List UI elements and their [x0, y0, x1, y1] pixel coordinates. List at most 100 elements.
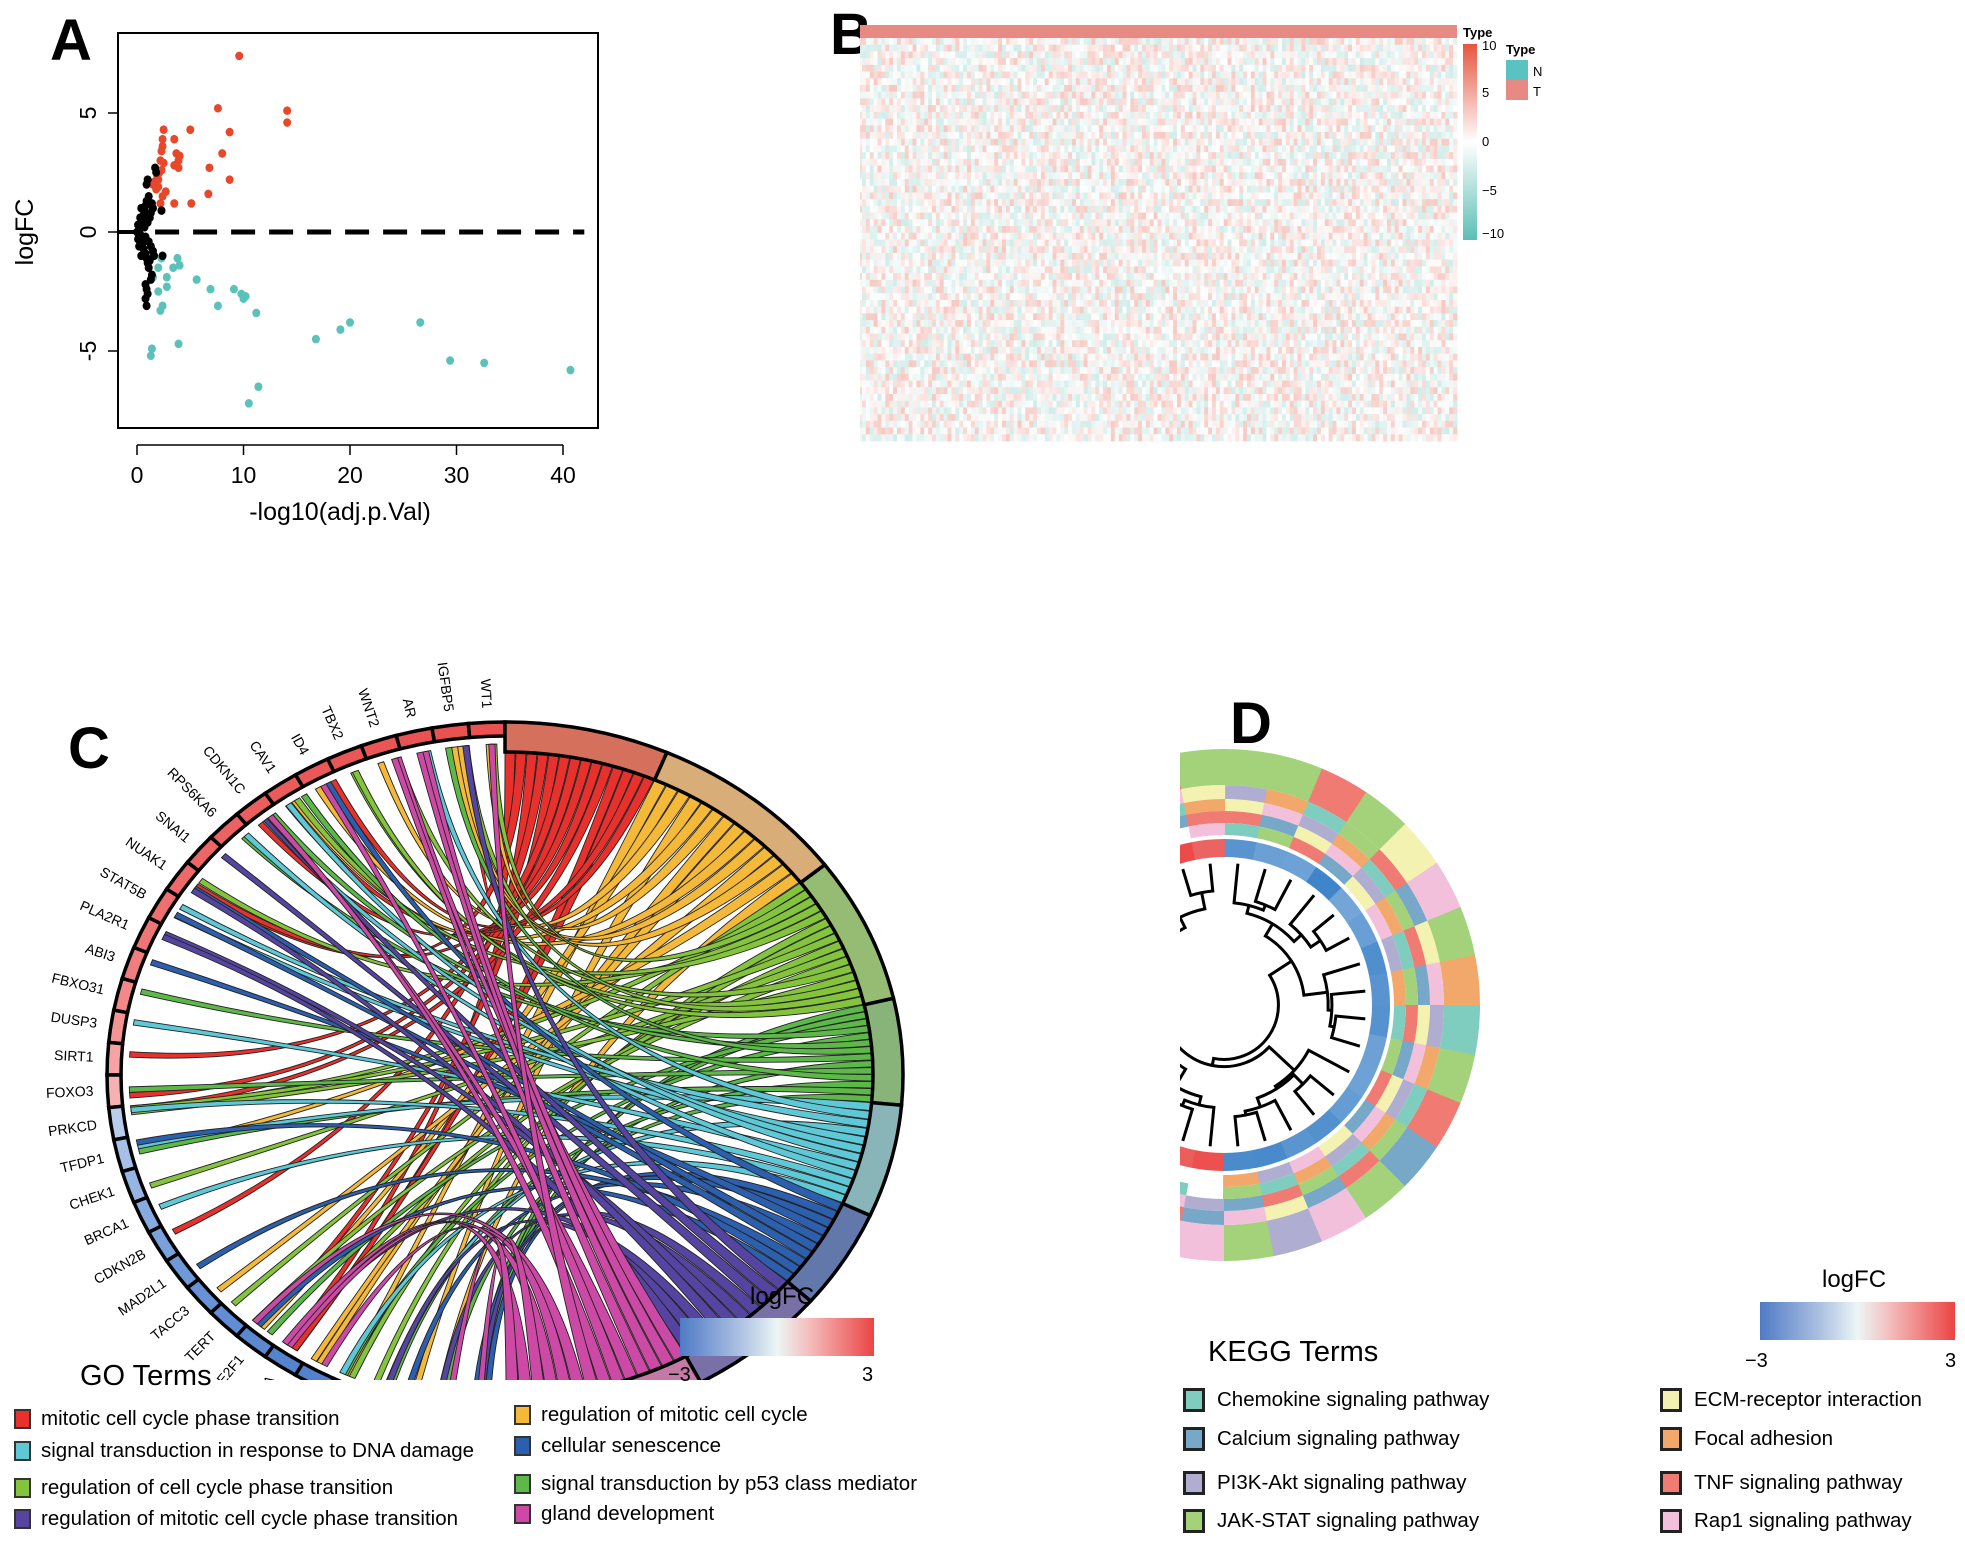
- logfc-segment: [1224, 839, 1258, 860]
- gene-label: AR: [400, 697, 420, 720]
- point-up: [186, 125, 195, 134]
- kegg-legend-item: Rap1 signaling pathway: [1660, 1509, 1912, 1533]
- go-legend-item: signal transduction by p53 class mediato…: [514, 1472, 917, 1496]
- gene-arc: [393, 726, 437, 752]
- x-tick-label: 10: [231, 462, 257, 488]
- legend-label: PI3K-Akt signaling pathway: [1217, 1471, 1467, 1494]
- legend-label: JAK-STAT signaling pathway: [1217, 1509, 1480, 1532]
- gene-label: PLA2R1: [78, 897, 132, 933]
- kegg-logfc-title: logFC: [1822, 1266, 1887, 1293]
- legend-label: Chemokine signaling pathway: [1217, 1388, 1490, 1411]
- x-tick-label: 40: [550, 462, 576, 488]
- point-down: [154, 287, 163, 296]
- gene-arc: [111, 1135, 138, 1174]
- logfc-segment: [1360, 941, 1387, 977]
- go-legend-item: regulation of mitotic cell cycle phase t…: [14, 1507, 458, 1531]
- point-down: [192, 275, 201, 284]
- colorbar-ticks: 10 5 0 −5 −10: [1482, 38, 1504, 241]
- legend-label: TNF signaling pathway: [1694, 1471, 1903, 1494]
- type-legend-title: Type: [1506, 42, 1535, 57]
- gene-label: CAV1: [247, 738, 280, 777]
- point-down: [156, 306, 165, 315]
- kegg-legend-item: Calcium signaling pathway: [1183, 1427, 1460, 1451]
- gene-arc: [358, 733, 403, 762]
- point-down: [206, 284, 215, 294]
- legend-swatch: [1183, 1509, 1205, 1533]
- y-tick-label: 5: [75, 107, 101, 120]
- go-legend-item: signal transduction in response to DNA d…: [14, 1439, 474, 1463]
- y-tick-label: -5: [75, 341, 101, 361]
- point-up: [154, 182, 163, 192]
- point-not-significant: [142, 180, 151, 189]
- point-up: [157, 146, 166, 156]
- gene-arc: [105, 1040, 125, 1077]
- kegg-circular-plot: [1180, 749, 1480, 1261]
- point-up: [235, 51, 244, 61]
- colorbar-tick-label: −10: [1482, 226, 1504, 241]
- term-ring-segment: [1222, 1220, 1274, 1261]
- legend-label: signal transduction in response to DNA d…: [41, 1439, 475, 1462]
- gene-label: ABI3: [83, 940, 117, 965]
- colorbar-tick-label: −5: [1482, 183, 1497, 198]
- gene-label: SIRT1: [54, 1047, 94, 1065]
- point-up: [218, 149, 227, 158]
- dendrogram-branch: [1180, 1102, 1195, 1142]
- dendrogram-branch: [1243, 1098, 1293, 1131]
- gene-arc: [106, 1008, 130, 1046]
- gene-label: WNT2: [355, 686, 383, 729]
- gene-label: FBXO31: [50, 970, 106, 998]
- y-axis-label: logFC: [11, 199, 39, 266]
- dendrogram-branch: [1233, 1110, 1267, 1147]
- point-up: [225, 127, 234, 137]
- point-down: [346, 318, 354, 327]
- dendrogram-branch: [1253, 868, 1293, 912]
- point-not-significant: [134, 220, 143, 230]
- term-ring-segment: [1439, 955, 1480, 1007]
- gene-arc: [105, 1073, 125, 1110]
- x-tick-label: 0: [131, 462, 144, 488]
- legend-label: regulation of mitotic cell cycle phase t…: [41, 1507, 459, 1530]
- logfc-segment: [1369, 1005, 1390, 1039]
- kegg-legend-item: Chemokine signaling pathway: [1183, 1388, 1489, 1412]
- go-legend-item: mitotic cell cycle phase transition: [14, 1407, 340, 1431]
- gene-label: CDKN1C: [200, 742, 249, 797]
- y-axis: -5 0 5: [75, 107, 118, 361]
- go-logfc-max: 3: [862, 1364, 874, 1386]
- point-down: [162, 282, 171, 292]
- legend-swatch: [1183, 1471, 1205, 1495]
- point-up: [283, 118, 292, 127]
- dendrogram-branch: [1245, 905, 1303, 944]
- go-legend-item: cellular senescence: [514, 1434, 721, 1458]
- gene-label: TBX2: [318, 703, 347, 742]
- gene-arc: [331, 1376, 342, 1380]
- legend-swatch: [514, 1405, 531, 1425]
- legend-swatch: [514, 1474, 531, 1494]
- type-label-t: T: [1533, 84, 1541, 99]
- legend-swatch: [1660, 1471, 1682, 1495]
- point-not-significant: [158, 251, 167, 261]
- logfc-segment: [1223, 1150, 1257, 1171]
- point-down: [154, 263, 163, 273]
- point-up: [225, 175, 234, 184]
- gene-arc: [429, 721, 472, 744]
- point-down: [146, 351, 155, 361]
- point-down: [252, 308, 261, 318]
- x-axis-label: -log10(adj.p.Val): [249, 498, 431, 526]
- point-up: [213, 103, 222, 113]
- point-not-significant: [134, 234, 143, 244]
- point-down: [566, 365, 575, 375]
- kegg-legend-item: PI3K-Akt signaling pathway: [1183, 1471, 1467, 1495]
- x-axis: 0 10 20 30 40: [131, 444, 576, 488]
- gene-arc: [111, 976, 138, 1015]
- dendrogram-branch: [1311, 913, 1350, 953]
- point-down: [169, 263, 178, 273]
- legend-swatch: [514, 1504, 531, 1524]
- heatmap-colorbar: [1463, 44, 1477, 240]
- logfc-segment: [1252, 1141, 1288, 1168]
- colorbar-tick-label: 0: [1482, 134, 1489, 149]
- legend-label: gland development: [541, 1502, 715, 1525]
- go-legend-item: gland development: [514, 1502, 714, 1526]
- dendrogram-branch: [1181, 863, 1215, 898]
- kegg-legend-item: Focal adhesion: [1660, 1427, 1833, 1451]
- x-tick-label: 30: [444, 462, 470, 488]
